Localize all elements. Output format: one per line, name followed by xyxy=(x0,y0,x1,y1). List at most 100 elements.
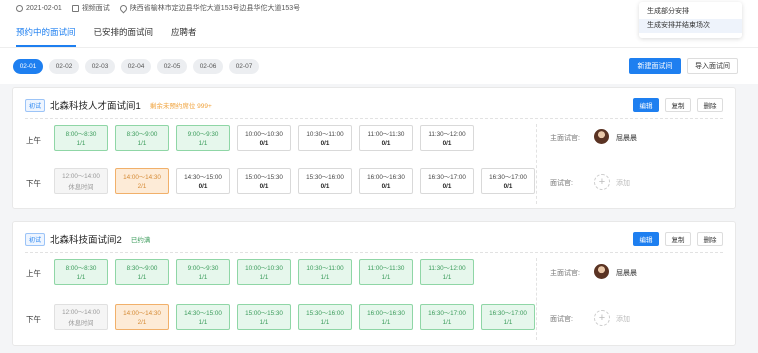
card-header: 初试 北森科技面试间2 已约满 xyxy=(25,232,150,246)
import-room-button[interactable]: 导入面试间 xyxy=(687,58,738,74)
time-slot[interactable]: 14:00～14:30 2/1 xyxy=(115,304,169,330)
time-slot[interactable]: 16:30～17:00 0/1 xyxy=(420,168,474,194)
round-badge: 初试 xyxy=(25,98,46,112)
slot-count: 0/1 xyxy=(259,140,269,147)
time-slot[interactable]: 15:30～16:00 1/1 xyxy=(298,304,352,330)
time-slot[interactable]: 16:30～17:00 1/1 xyxy=(420,304,474,330)
interview-room-card: 初试 北森科技面试间2 已约满 编辑 复制 删除 上午 下午 主面试官: 屈晨晨… xyxy=(12,221,736,346)
slot-time: 15:00～15:30 xyxy=(245,174,283,181)
time-slot[interactable]: 16:30～17:00 1/1 xyxy=(481,304,535,330)
time-slot[interactable]: 16:00～16:30 0/1 xyxy=(359,168,413,194)
edit-button[interactable]: 编辑 xyxy=(633,232,659,246)
slot-count: 1/1 xyxy=(320,319,330,326)
delete-button[interactable]: 删除 xyxy=(697,232,723,246)
copy-button[interactable]: 复制 xyxy=(665,232,691,246)
pm-label: 下午 xyxy=(26,315,41,324)
tab-applicants[interactable]: 应聘者 xyxy=(171,26,197,47)
new-room-button[interactable]: 新建面试间 xyxy=(629,58,681,74)
slot-count: 2/1 xyxy=(137,319,147,326)
slot-time: 16:30～17:00 xyxy=(428,310,466,317)
time-slot[interactable]: 9:00～9:30 1/1 xyxy=(176,259,230,285)
address-info: 陕西省榆林市定边县华佗大道153号边县华佗大道153号 xyxy=(118,3,300,13)
slot-count: 休息时间 xyxy=(68,184,94,191)
main-interviewer-label: 主面试官: xyxy=(550,270,580,277)
slot-time: 15:00～15:30 xyxy=(245,310,283,317)
slot-time: 12:00～14:00 xyxy=(62,309,100,316)
slot-time: 14:00～14:30 xyxy=(123,310,161,317)
time-slot[interactable]: 8:00～8:30 1/1 xyxy=(54,259,108,285)
time-slot[interactable]: 11:00～11:30 1/1 xyxy=(359,259,413,285)
menu-item-arrange-and-end[interactable]: 生成安排并结束场次 xyxy=(639,19,742,33)
add-interviewer-icon[interactable]: + xyxy=(594,174,610,190)
time-slot[interactable]: 11:30～12:00 0/1 xyxy=(420,125,474,151)
slot-time: 8:30～9:00 xyxy=(126,265,158,272)
time-slot[interactable]: 10:00～10:30 0/1 xyxy=(237,125,291,151)
time-slot[interactable]: 15:00～15:30 0/1 xyxy=(237,168,291,194)
slot-time: 11:30～12:00 xyxy=(428,265,466,272)
room-status: 已约满 xyxy=(130,237,151,244)
avatar xyxy=(594,129,609,144)
date-pill[interactable]: 02-03 xyxy=(85,58,115,74)
slot-count: 0/1 xyxy=(320,183,330,190)
time-slot[interactable]: 16:00～16:30 1/1 xyxy=(359,304,413,330)
delete-button[interactable]: 删除 xyxy=(697,98,723,112)
date-pill[interactable]: 02-06 xyxy=(193,58,223,74)
time-slot[interactable]: 15:30～16:00 0/1 xyxy=(298,168,352,194)
add-interviewer-text[interactable]: 添加 xyxy=(616,178,630,188)
time-slot[interactable]: 10:30～11:00 1/1 xyxy=(298,259,352,285)
slot-count: 1/1 xyxy=(320,274,330,281)
date-pill[interactable]: 02-05 xyxy=(157,58,187,74)
card-header: 初试 北森科技人才面试间1 剩余未预约席位 999+ xyxy=(25,98,212,112)
date-pill[interactable]: 02-01 xyxy=(13,58,43,74)
date-pill[interactable]: 02-02 xyxy=(49,58,79,74)
tab-arranged-rooms[interactable]: 已安排的面试间 xyxy=(94,26,154,47)
slot-count: 1/1 xyxy=(76,274,86,281)
slot-time: 11:00～11:30 xyxy=(367,265,405,272)
slot-count: 1/1 xyxy=(503,319,513,326)
slot-time: 15:30～16:00 xyxy=(306,310,344,317)
time-slot[interactable]: 8:30～9:00 1/1 xyxy=(115,125,169,151)
slot-time: 8:00～8:30 xyxy=(65,131,97,138)
time-slot[interactable]: 14:30～15:00 0/1 xyxy=(176,168,230,194)
document-icon xyxy=(71,4,79,12)
divider xyxy=(536,258,537,340)
slot-count: 1/1 xyxy=(381,274,391,281)
add-interviewer-text[interactable]: 添加 xyxy=(616,314,630,324)
time-slot[interactable]: 15:00～15:30 1/1 xyxy=(237,304,291,330)
slot-count: 0/1 xyxy=(259,183,269,190)
slot-time: 10:00～10:30 xyxy=(245,265,283,272)
tab-booking-rooms[interactable]: 预约中的面试间 xyxy=(16,26,76,47)
am-label: 上午 xyxy=(26,136,41,145)
time-slot[interactable]: 14:30～15:00 1/1 xyxy=(176,304,230,330)
time-slot[interactable]: 10:00～10:30 1/1 xyxy=(237,259,291,285)
avatar xyxy=(594,264,609,279)
menu-item-partial-arrange[interactable]: 生成部分安排 xyxy=(639,5,742,19)
date-pill[interactable]: 02-07 xyxy=(229,58,259,74)
main-interviewer-label: 主面试官: xyxy=(550,135,580,142)
date-selector: 02-01 02-02 02-03 02-04 02-05 02-06 02-0… xyxy=(0,48,758,84)
interviewer-label: 面试官: xyxy=(550,180,573,187)
time-slot[interactable]: 16:30～17:00 0/1 xyxy=(481,168,535,194)
slot-count: 0/1 xyxy=(442,140,452,147)
slot-time: 12:00～14:00 xyxy=(62,173,100,180)
room-status: 剩余未预约席位 999+ xyxy=(149,103,212,110)
time-slot[interactable]: 10:30～11:00 0/1 xyxy=(298,125,352,151)
date-pill[interactable]: 02-04 xyxy=(121,58,151,74)
edit-button[interactable]: 编辑 xyxy=(633,98,659,112)
slot-count: 0/1 xyxy=(198,183,208,190)
copy-button[interactable]: 复制 xyxy=(665,98,691,112)
main-interviewer-name: 屈晨晨 xyxy=(616,270,637,277)
time-slot[interactable]: 8:00～8:30 1/1 xyxy=(54,125,108,151)
time-slot[interactable]: 8:30～9:00 1/1 xyxy=(115,259,169,285)
time-slot[interactable]: 9:00～9:30 1/1 xyxy=(176,125,230,151)
card-actions: 编辑 复制 删除 xyxy=(633,98,723,112)
slot-count: 2/1 xyxy=(137,183,147,190)
time-slot[interactable]: 14:00～14:30 2/1 xyxy=(115,168,169,194)
add-interviewer-icon[interactable]: + xyxy=(594,310,610,326)
time-slot[interactable]: 11:00～11:30 0/1 xyxy=(359,125,413,151)
time-slot[interactable]: 11:30～12:00 1/1 xyxy=(420,259,474,285)
slot-time: 11:30～12:00 xyxy=(428,131,466,138)
slot-time: 9:00～9:30 xyxy=(187,131,219,138)
slot-count: 1/1 xyxy=(442,274,452,281)
slot-time: 16:30～17:00 xyxy=(489,310,527,317)
